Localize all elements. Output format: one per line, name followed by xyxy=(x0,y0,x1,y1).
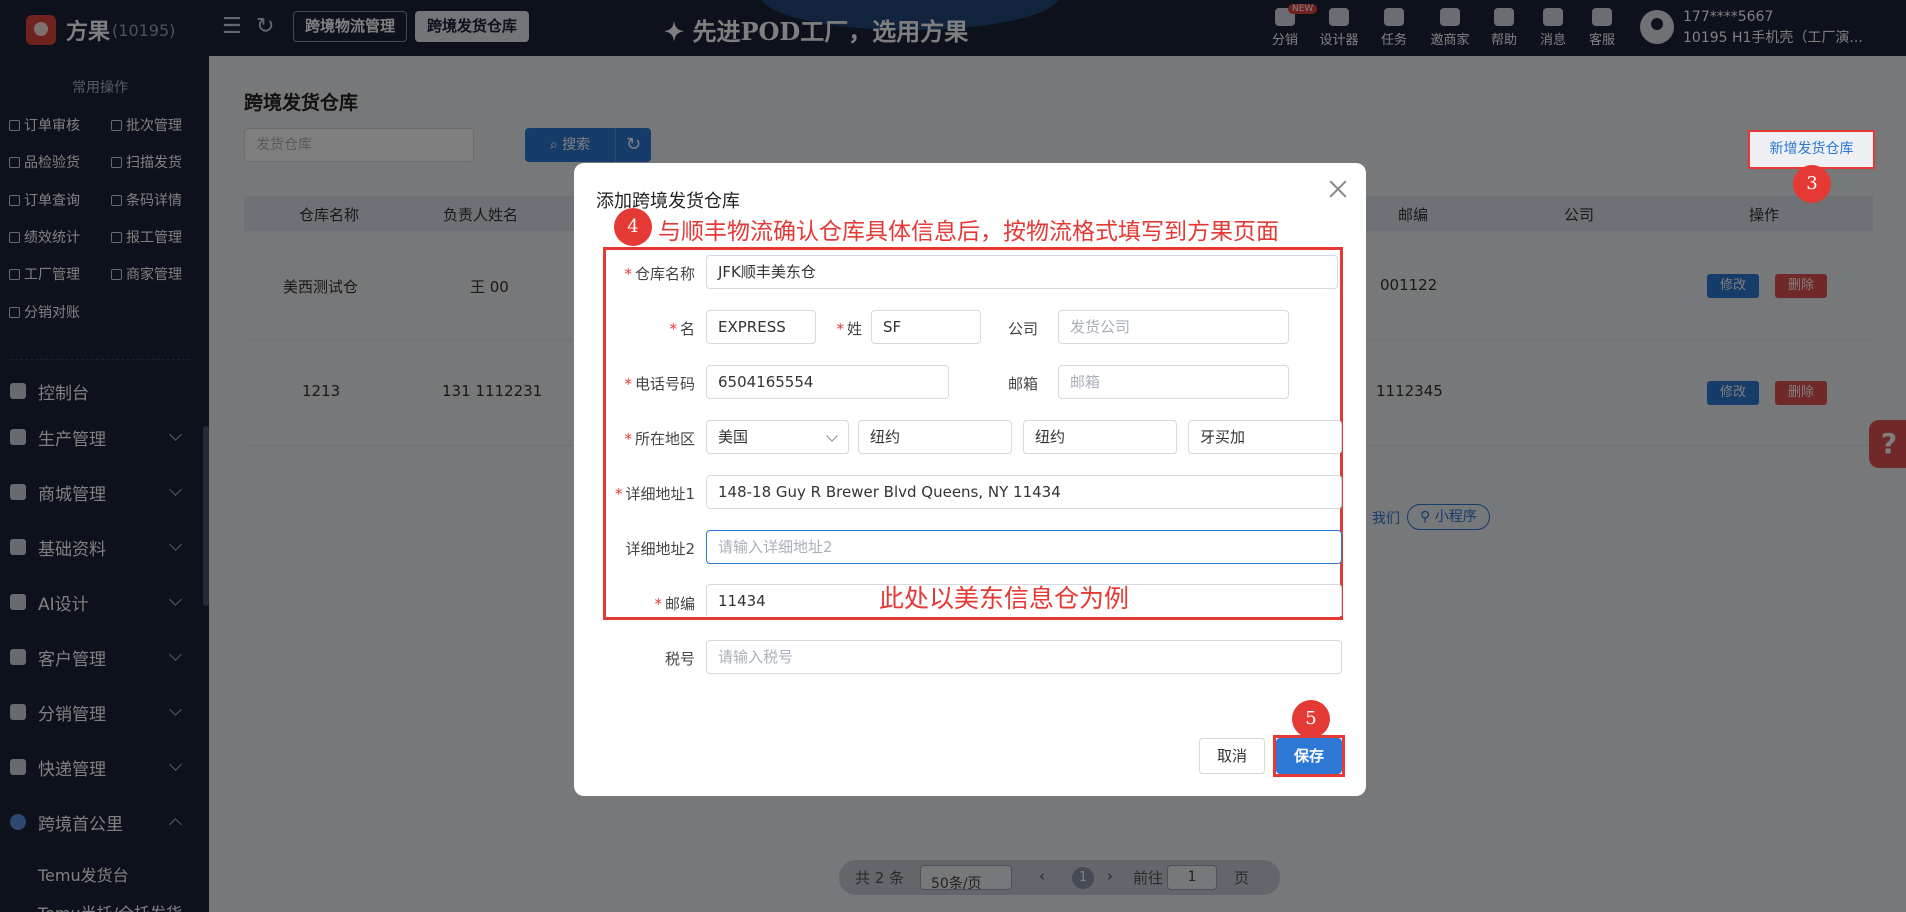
address1-field[interactable]: 148-18 Guy R Brewer Blvd Queens, NY 1143… xyxy=(706,475,1342,509)
zip-label: * 邮编 xyxy=(654,595,695,613)
phone-label: * 电话号码 xyxy=(624,375,695,393)
email-field[interactable]: 邮箱 xyxy=(1058,365,1289,399)
district-field[interactable]: 牙买加 xyxy=(1188,420,1342,454)
cancel-button[interactable]: 取消 xyxy=(1199,738,1265,774)
warehouse-name-label: * 仓库名称 xyxy=(624,265,695,283)
warehouse-name-field[interactable]: JFK顺丰美东仓 xyxy=(706,255,1338,289)
address2-label: 详细地址2 xyxy=(625,540,695,558)
region-label: * 所在地区 xyxy=(624,430,695,448)
country-select[interactable]: 美国 xyxy=(706,420,849,454)
email-label: 邮箱 xyxy=(1007,375,1038,393)
dialog-title: 添加跨境发货仓库 xyxy=(596,191,740,212)
chevron-down-icon xyxy=(826,430,838,442)
annotation-step-5: 5 xyxy=(1292,700,1330,738)
add-warehouse-dialog: 添加跨境发货仓库 4 与顺丰物流确认仓库具体信息后，按物流格式填写到方果页面 *… xyxy=(574,163,1366,796)
state-field[interactable]: 纽约 xyxy=(858,420,1012,454)
address2-field[interactable]: 请输入详细地址2 xyxy=(706,530,1342,564)
tax-label: 税号 xyxy=(664,650,695,668)
tax-field[interactable]: 请输入税号 xyxy=(706,640,1342,674)
address1-label: * 详细地址1 xyxy=(614,485,695,503)
company-field[interactable]: 发货公司 xyxy=(1058,310,1289,344)
annotation-step-4: 4 xyxy=(614,208,652,246)
city-field[interactable]: 纽约 xyxy=(1023,420,1177,454)
last-name-label: * 姓 xyxy=(836,320,862,338)
annotation-step-4-text: 与顺丰物流确认仓库具体信息后，按物流格式填写到方果页面 xyxy=(658,219,1279,245)
save-button[interactable]: 保存 xyxy=(1276,738,1342,774)
first-name-field[interactable]: EXPRESS xyxy=(706,310,816,344)
add-warehouse-button-highlight[interactable]: 新增发货仓库 xyxy=(1750,132,1873,167)
company-label: 公司 xyxy=(1007,320,1038,338)
annotation-example-text: 此处以美东信息仓为例 xyxy=(879,584,1130,613)
phone-field[interactable]: 6504165554 xyxy=(706,365,949,399)
annotation-step-3: 3 xyxy=(1793,165,1831,203)
first-name-label: * 名 xyxy=(669,320,695,338)
last-name-field[interactable]: SF xyxy=(871,310,981,344)
close-icon[interactable] xyxy=(1326,177,1350,201)
